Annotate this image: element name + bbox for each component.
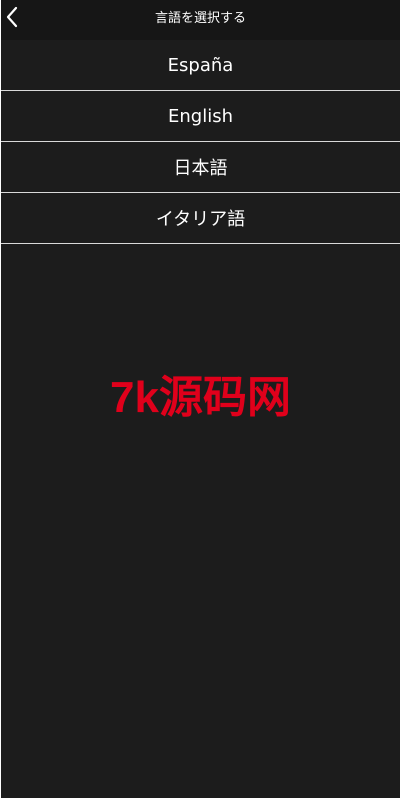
- language-select-screen: 言語を選択する España English 日本語 イタリア語 7k源码网: [1, 0, 400, 798]
- header-bar: 言語を選択する: [1, 0, 400, 40]
- language-option-japanese[interactable]: 日本語: [1, 142, 400, 193]
- page-title: 言語を選択する: [154, 11, 246, 26]
- language-list: España English 日本語 イタリア語: [1, 40, 400, 244]
- language-option-espana[interactable]: España: [1, 40, 400, 91]
- watermark-text: 7k源码网: [110, 373, 291, 422]
- language-option-italian[interactable]: イタリア語: [1, 193, 400, 244]
- language-option-english[interactable]: English: [1, 91, 400, 142]
